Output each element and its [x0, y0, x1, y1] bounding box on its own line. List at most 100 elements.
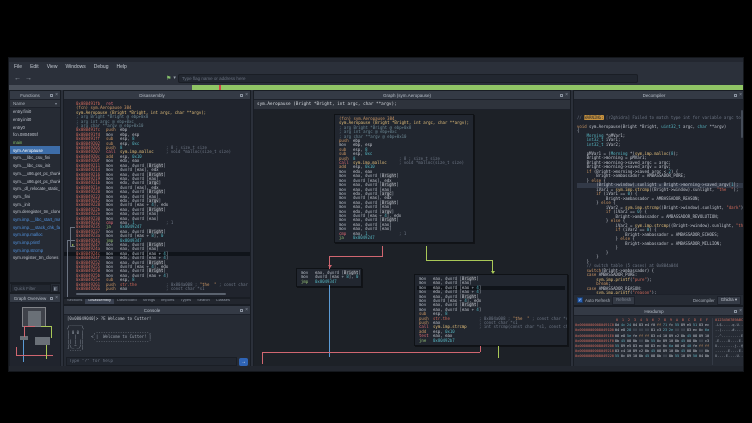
function-item[interactable]: sym.imp.__libc_start_main	[10, 216, 60, 224]
graph-panel-titlebar[interactable]: Graph (sym.Aeropause) ×	[254, 91, 570, 100]
menu-windows[interactable]: Windows	[65, 64, 85, 70]
asm-operands: eax	[120, 287, 166, 291]
close-icon[interactable]: ×	[55, 296, 58, 301]
tab-sections[interactable]: Sections	[64, 298, 85, 304]
graph-overview-titlebar[interactable]: Graph Overview ×	[10, 294, 60, 303]
jump-target-arrow-icon: ▸	[72, 243, 74, 247]
edge-false	[382, 246, 383, 256]
edge-arrow-icon	[491, 271, 495, 274]
tab-types[interactable]: Types	[177, 298, 194, 304]
decompiler-line[interactable]: void sym.Aeropause(Bright *Bright, uint3…	[577, 125, 744, 130]
undock-icon[interactable]	[50, 94, 53, 97]
function-item[interactable]: sym.__x86.get_pc_thunk.bx	[10, 177, 60, 185]
tab-imports[interactable]: Imports	[158, 298, 177, 304]
refresh-button[interactable]: Refresh	[612, 296, 635, 305]
menu-file[interactable]: File	[14, 64, 22, 70]
asm-comment: ; const char *s1	[166, 287, 205, 291]
function-item[interactable]: sym.deregister_tm_clones	[10, 208, 60, 216]
functions-panel-titlebar[interactable]: Functions ×	[10, 91, 60, 100]
asm-line[interactable]: jne0x80492b7	[417, 339, 565, 343]
function-item[interactable]: entry0	[10, 123, 60, 131]
function-item[interactable]: sym.__libc_csu_init	[10, 162, 60, 170]
decompiler-footer: ✓ Auto Refresh Refresh Decompiler Ghidra…	[574, 294, 744, 305]
asm-comment: ; 1	[166, 221, 173, 225]
tab-disassembly[interactable]: Disassembly	[85, 298, 114, 304]
sort-caret-icon[interactable]: ▾	[55, 101, 57, 106]
graph-node[interactable]: (fcn) sym.Aeropause 384sym.Aeropause (Br…	[334, 114, 474, 243]
functions-panel-title: Functions	[10, 93, 50, 98]
menu-debug[interactable]: Debug	[94, 64, 109, 70]
undock-icon[interactable]	[50, 297, 53, 300]
close-icon[interactable]: ×	[245, 308, 248, 313]
function-item[interactable]: sym._dl_relocate_static_pie	[10, 185, 60, 193]
dock-tab-bar: SectionsDisassemblyDashboardStringsImpor…	[63, 298, 251, 305]
vertical-scrollbar[interactable]	[741, 110, 743, 138]
flag-icon[interactable]: ⚑	[166, 75, 171, 82]
asm-line[interactable]: jmp0x8049347	[299, 280, 359, 284]
close-icon[interactable]: ×	[739, 93, 742, 98]
function-item[interactable]: sym._init	[10, 200, 60, 208]
undock-icon[interactable]	[240, 309, 243, 312]
disassembly-listing: ▸ 0x080491fbret(fcn) sym.Aeropause 384sy…	[64, 100, 250, 297]
undock-icon[interactable]	[560, 94, 563, 97]
undock-icon[interactable]	[240, 94, 243, 97]
close-icon[interactable]: ×	[739, 309, 742, 314]
hexdump-panel-titlebar[interactable]: Hexdump ×	[574, 307, 744, 316]
quick-filter-input[interactable]	[11, 284, 51, 292]
function-item[interactable]: sym.imp.strcmp	[10, 246, 60, 254]
search-input[interactable]	[178, 74, 638, 83]
graph-canvas[interactable]: (fcn) sym.Aeropause 384sym.Aeropause (Br…	[254, 110, 570, 367]
function-item[interactable]: entry.fini0	[10, 108, 60, 116]
function-item[interactable]: sym.imp.printf	[10, 239, 60, 247]
asm-line[interactable]: 0x08049266pusheax; const char *s1	[64, 287, 250, 291]
function-item[interactable]: main	[10, 139, 60, 147]
console-send-icon[interactable]: →	[239, 358, 248, 366]
undock-icon[interactable]	[734, 94, 737, 97]
toolbar: ← → ⚑ ▾	[9, 72, 743, 84]
decompiler-panel-titlebar[interactable]: Decompiler ×	[574, 91, 744, 100]
asm-comment: ; 1	[399, 232, 406, 236]
close-icon[interactable]: ×	[245, 93, 248, 98]
undock-icon[interactable]	[734, 310, 737, 313]
forward-icon[interactable]: →	[25, 75, 32, 82]
decompiler-line[interactable]: // WARNING: [r2ghidra] Failed to match t…	[577, 116, 744, 121]
console-input[interactable]	[66, 357, 237, 366]
decompiler-engine-select[interactable]: Ghidra ▾	[717, 296, 741, 305]
console-panel-title: Console	[64, 308, 240, 313]
tab-dashboard[interactable]: Dashboard	[114, 298, 140, 304]
asm-address: 0x08049266	[76, 287, 106, 291]
function-item[interactable]: sym.__libc_csu_fini	[10, 154, 60, 162]
function-item[interactable]: sym._fini	[10, 193, 60, 201]
horizontal-scrollbar[interactable]	[76, 293, 226, 295]
auto-refresh-checkbox[interactable]: ✓	[577, 297, 583, 303]
flag-dropdown-caret-icon[interactable]: ▾	[173, 75, 176, 81]
tab-search[interactable]: Search	[194, 298, 213, 304]
graph-node[interactable]: moveax, dword [Bright]moveax, dword [eax…	[414, 274, 568, 346]
function-item[interactable]: sym.imp.malloc	[10, 231, 60, 239]
hex-byte[interactable]: 8b	[704, 354, 710, 359]
menu-bar: File Edit View Windows Debug Help	[9, 62, 743, 72]
edge-false	[262, 352, 263, 364]
disassembly-panel-titlebar[interactable]: Disassembly ×	[64, 91, 250, 100]
menu-help[interactable]: Help	[116, 64, 126, 70]
asm-line[interactable]: ja0x8049247	[337, 236, 471, 240]
filter-options-button[interactable]: ◧	[52, 285, 59, 292]
function-item[interactable]: sym.__x86.get_pc_thunk.bp	[10, 170, 60, 178]
function-item[interactable]: fcn.0804905f	[10, 131, 60, 139]
hex-ascii: U....E....U..P..	[715, 354, 744, 359]
function-item[interactable]: sym.Aeropause	[10, 146, 60, 154]
graph-overview-canvas[interactable]	[10, 303, 60, 367]
tab-strings[interactable]: Strings	[140, 298, 158, 304]
close-icon[interactable]: ×	[55, 93, 58, 98]
menu-view[interactable]: View	[47, 64, 58, 70]
back-icon[interactable]: ←	[14, 75, 21, 82]
function-item[interactable]: sym.register_tm_clones	[10, 254, 60, 262]
menu-edit[interactable]: Edit	[30, 64, 39, 70]
functions-column-header[interactable]: Name ▾	[10, 100, 60, 108]
tab-classes[interactable]: Classes	[213, 298, 233, 304]
hexdump-content[interactable]: 0x00000000080491C00x00000000080491D00x00…	[574, 316, 744, 367]
close-icon[interactable]: ×	[565, 93, 568, 98]
function-item[interactable]: sym.imp.__stack_chk_fail	[10, 223, 60, 231]
console-panel-titlebar[interactable]: Console ×	[64, 306, 250, 315]
function-item[interactable]: entry.init0	[10, 116, 60, 124]
